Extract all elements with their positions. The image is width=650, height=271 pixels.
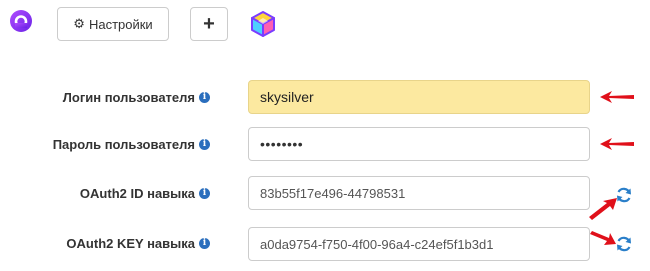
oauth-id-value: 83b55f17e496-44798531 xyxy=(260,185,406,201)
info-icon[interactable]: i xyxy=(199,139,210,150)
alice-logo-icon[interactable] xyxy=(10,10,32,32)
gear-icon: ⚙ xyxy=(73,16,85,31)
oauth-key-label-wrap: OAuth2 KEY навыка i xyxy=(66,236,210,251)
login-label: Логин пользователя xyxy=(62,90,195,105)
red-arrow-icon xyxy=(590,231,616,245)
login-label-wrap: Логин пользователя i xyxy=(63,90,210,105)
settings-button-label: Настройки xyxy=(88,16,153,32)
login-field[interactable]: skysilver xyxy=(248,80,590,114)
oauth-id-label-wrap: OAuth2 ID навыка i xyxy=(80,186,210,201)
red-arrow-icon xyxy=(589,198,617,220)
password-field[interactable]: •••••••• xyxy=(248,127,590,161)
password-label-wrap: Пароль пользователя i xyxy=(53,137,210,152)
cube-icon[interactable] xyxy=(248,9,278,39)
oauth-key-label: OAuth2 KEY навыка xyxy=(66,236,195,251)
red-arrow-icon xyxy=(600,138,634,150)
password-value: •••••••• xyxy=(260,136,304,152)
add-button-label: + xyxy=(203,12,215,35)
oauth-id-field[interactable]: 83b55f17e496-44798531 xyxy=(248,176,590,210)
info-icon[interactable]: i xyxy=(199,238,210,249)
info-icon[interactable]: i xyxy=(199,188,210,199)
settings-button[interactable]: ⚙ Настройки xyxy=(57,7,169,41)
info-icon[interactable]: i xyxy=(199,92,210,103)
oauth-key-field[interactable]: a0da9754-f750-4f00-96a4-c24ef5f1b3d1 xyxy=(248,227,590,261)
red-arrow-icon xyxy=(600,91,634,103)
oauth-id-label: OAuth2 ID навыка xyxy=(79,186,195,201)
password-label: Пароль пользователя xyxy=(52,137,195,152)
add-button[interactable]: + xyxy=(190,7,228,41)
login-value: skysilver xyxy=(260,89,314,105)
oauth-key-value: a0da9754-f750-4f00-96a4-c24ef5f1b3d1 xyxy=(260,236,494,252)
